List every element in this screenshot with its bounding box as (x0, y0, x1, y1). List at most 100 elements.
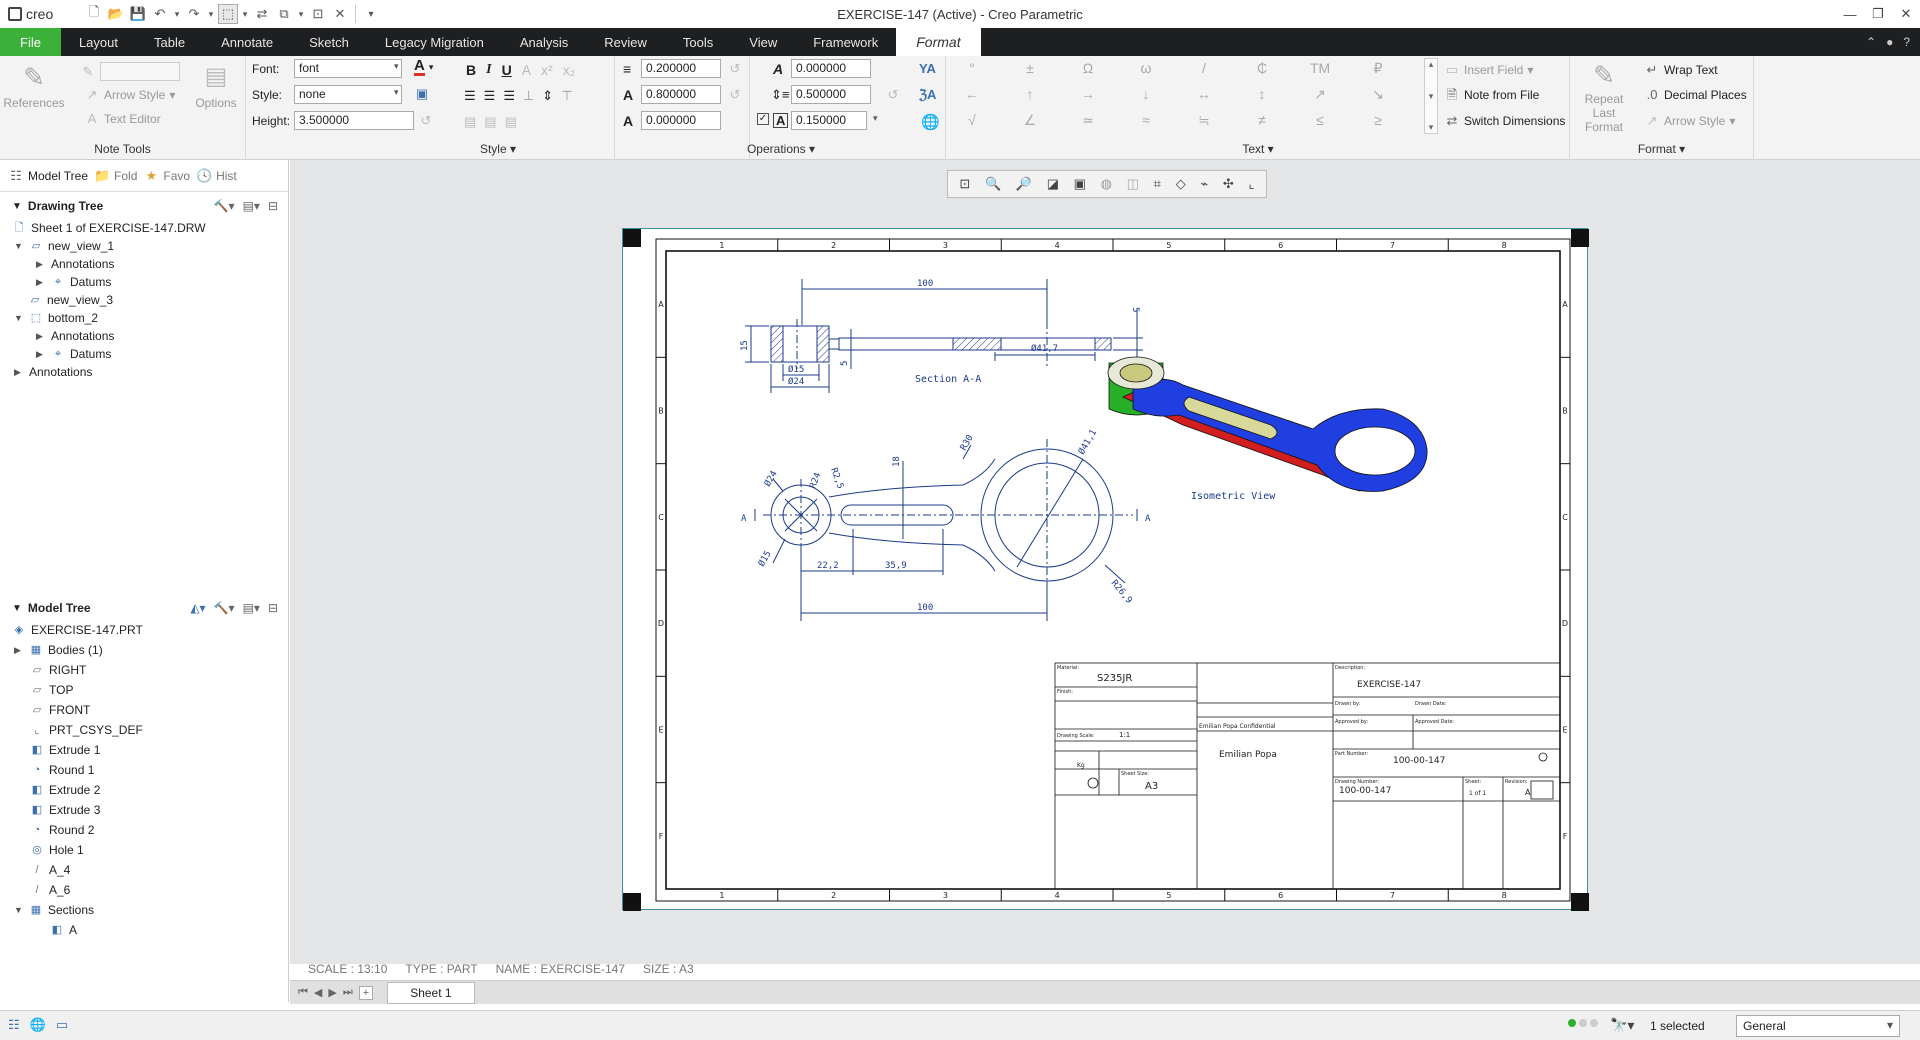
symbol-button[interactable]: ≥ (1368, 112, 1388, 128)
thickness-input[interactable]: 0.000000 (641, 111, 721, 130)
selection-filter[interactable]: General (1736, 1015, 1900, 1037)
tree-settings-icon[interactable]: ▤▾ (243, 601, 260, 615)
find-icon[interactable]: 🔭▾ (1610, 1017, 1634, 1034)
height-input[interactable]: 3.500000 (294, 111, 414, 130)
symbol-button[interactable]: Ω (1078, 60, 1098, 76)
vertical-text-icon[interactable]: YA (919, 61, 936, 76)
drawing-sheet[interactable]: 1122334455667788AABBCCDDEEFF 100 15 5 Ø1… (622, 228, 1589, 911)
align-top-icon[interactable]: ⊥ (523, 88, 534, 104)
tab-layout[interactable]: Layout (61, 28, 136, 56)
tree-node-annotations[interactable]: ▶ Annotations (36, 326, 114, 346)
tab-framework[interactable]: Framework (795, 28, 896, 56)
align-right-icon[interactable]: ☰ (503, 88, 515, 104)
datum-display-icon[interactable]: ⌗ (1154, 176, 1161, 192)
tab-sketch[interactable]: Sketch (291, 28, 367, 56)
symbol-button[interactable]: ≒ (1194, 112, 1214, 129)
refit-icon[interactable]: ⊡ (959, 176, 970, 192)
symbol-button[interactable]: ↗ (1310, 86, 1330, 103)
tree-node-sections[interactable]: ▼ ▦ Sections (14, 900, 94, 920)
minimize-icon[interactable]: — (1836, 0, 1864, 28)
mirror-text-icon[interactable]: ℨA (919, 87, 936, 103)
symbol-button[interactable]: ≈ (1136, 112, 1156, 128)
undo-dropdown-icon[interactable]: ▾ (172, 4, 182, 24)
last-sheet-icon[interactable]: ⏭ (343, 986, 353, 1000)
plane-display-icon[interactable]: ◇ (1176, 176, 1186, 192)
tab-model-tree[interactable]: ☷ Model Tree (8, 168, 88, 184)
tree-node-axis[interactable]: / A_4 (30, 860, 70, 880)
wrap-text-button[interactable]: ↵ Wrap Text (1644, 62, 1718, 78)
navigator-toggle-icon[interactable]: ☷ (8, 1017, 20, 1033)
tree-node-datums[interactable]: ▶ ⌖ Datums (36, 344, 111, 364)
tree-node-annotations[interactable]: ▶ Annotations (14, 362, 92, 382)
decimal-places-button[interactable]: .0 Decimal Places (1644, 87, 1747, 103)
tree-node-view[interactable]: ▼ ▱ new_view_1 (14, 236, 114, 256)
symbol-button[interactable]: ° (962, 60, 982, 76)
tree-node-datums[interactable]: ▶ ⌖ Datums (36, 272, 111, 292)
tree-filter-icon[interactable]: ⊟ (268, 199, 278, 213)
customize-dropdown-icon[interactable]: ▾ (361, 4, 381, 24)
redo-icon[interactable]: ↷ (184, 4, 204, 24)
display-icon[interactable]: ◭▾ (190, 601, 205, 615)
align-bottom-icon[interactable]: ⊤ (561, 88, 572, 104)
symbol-button[interactable]: ± (1020, 60, 1040, 76)
width-factor-input[interactable]: 0.800000 (641, 85, 721, 104)
switch-dimensions-button[interactable]: ⇄ Switch Dimensions (1444, 113, 1566, 129)
style-select[interactable]: none (294, 85, 402, 104)
line-spacing-input[interactable]: 0.200000 (641, 59, 721, 78)
browser-toggle-icon[interactable]: 🌐 (30, 1017, 46, 1033)
zoom-out-icon[interactable]: 🔎 (1016, 176, 1032, 192)
tree-node-feature[interactable]: ◧ Extrude 1 (30, 740, 101, 760)
tree-node-sheet[interactable]: 🗋 Sheet 1 of EXERCISE-147.DRW (12, 218, 206, 238)
tab-favorites[interactable]: ★ Favo (143, 168, 191, 184)
symbol-button[interactable]: ₵ (1252, 60, 1272, 76)
symbol-button[interactable]: ↕ (1252, 86, 1272, 102)
tree-filter-icon[interactable]: ⊟ (268, 601, 278, 615)
symbol-button[interactable]: ω (1136, 60, 1156, 76)
tree-node-axis[interactable]: / A_6 (30, 880, 70, 900)
tab-file[interactable]: File (0, 28, 61, 56)
regenerate-icon[interactable]: ⇄ (252, 4, 272, 24)
select-dropdown-icon[interactable]: ▾ (240, 4, 250, 24)
align-middle-icon[interactable]: ⇕ (542, 88, 553, 104)
redo-dropdown-icon[interactable]: ▾ (206, 4, 216, 24)
axis-display-icon[interactable]: ⌁ (1200, 176, 1208, 192)
style-library-icon[interactable]: ▣ (414, 86, 430, 102)
char-spacing-input[interactable]: 0.150000 (791, 111, 867, 130)
tab-review[interactable]: Review (586, 28, 665, 56)
tab-analysis[interactable]: Analysis (502, 28, 586, 56)
symbol-button[interactable]: √ (962, 112, 982, 128)
perspective-icon[interactable]: ◫ (1127, 176, 1139, 192)
style-dropdown-icon[interactable]: ▾ (394, 87, 399, 98)
tree-node-view[interactable]: ▱ new_view_3 (28, 290, 113, 310)
tree-node-feature[interactable]: ◎ Hole 1 (30, 840, 84, 860)
close-window-button[interactable]: ✕ (1892, 0, 1920, 28)
text-color-button[interactable]: A ▾ (414, 58, 433, 76)
sheet-tab[interactable]: Sheet 1 (387, 981, 475, 1004)
tree-settings-icon[interactable]: ▤▾ (243, 199, 260, 213)
new-file-icon[interactable]: 🗋 (84, 4, 104, 24)
shade-icon[interactable]: ◍ (1101, 176, 1112, 192)
symbol-button[interactable]: ← (962, 86, 982, 102)
restore-icon[interactable]: ❐ (1864, 0, 1892, 28)
tab-table[interactable]: Table (136, 28, 203, 56)
zoom-in-icon[interactable]: 🔍 (985, 176, 1001, 192)
tab-folder-browser[interactable]: 📁 Fold (94, 168, 137, 184)
close-window-icon[interactable]: ⊡ (308, 4, 328, 24)
save-icon[interactable]: 💾 (128, 4, 148, 24)
close-icon[interactable]: ✕ (330, 4, 350, 24)
undo-icon[interactable]: ↶ (150, 4, 170, 24)
tree-node-feature[interactable]: ◔ Round 1 (30, 760, 95, 780)
collapse-ribbon-icon[interactable]: ⌃ (1866, 35, 1876, 49)
symbol-button[interactable]: → (1078, 86, 1098, 102)
tree-tools-icon[interactable]: 🔨▾ (214, 601, 235, 615)
tree-node-feature[interactable]: ◧ Extrude 2 (30, 780, 101, 800)
first-sheet-icon[interactable]: ⏮ (298, 986, 308, 1000)
symbol-scroll[interactable]: ▴ ▾ ▾ (1424, 58, 1438, 134)
char-spacing-dropdown-icon[interactable]: ▾ (873, 113, 878, 124)
align-left-icon[interactable]: ☰ (464, 88, 476, 104)
open-file-icon[interactable]: 📂 (106, 4, 126, 24)
symbol-button[interactable]: TM (1310, 60, 1330, 76)
tab-history[interactable]: 🕓 Hist (196, 168, 237, 184)
collapse-icon[interactable]: ▼ (12, 603, 22, 614)
tree-node-view[interactable]: ▼ ⬚ bottom_2 (14, 308, 98, 328)
